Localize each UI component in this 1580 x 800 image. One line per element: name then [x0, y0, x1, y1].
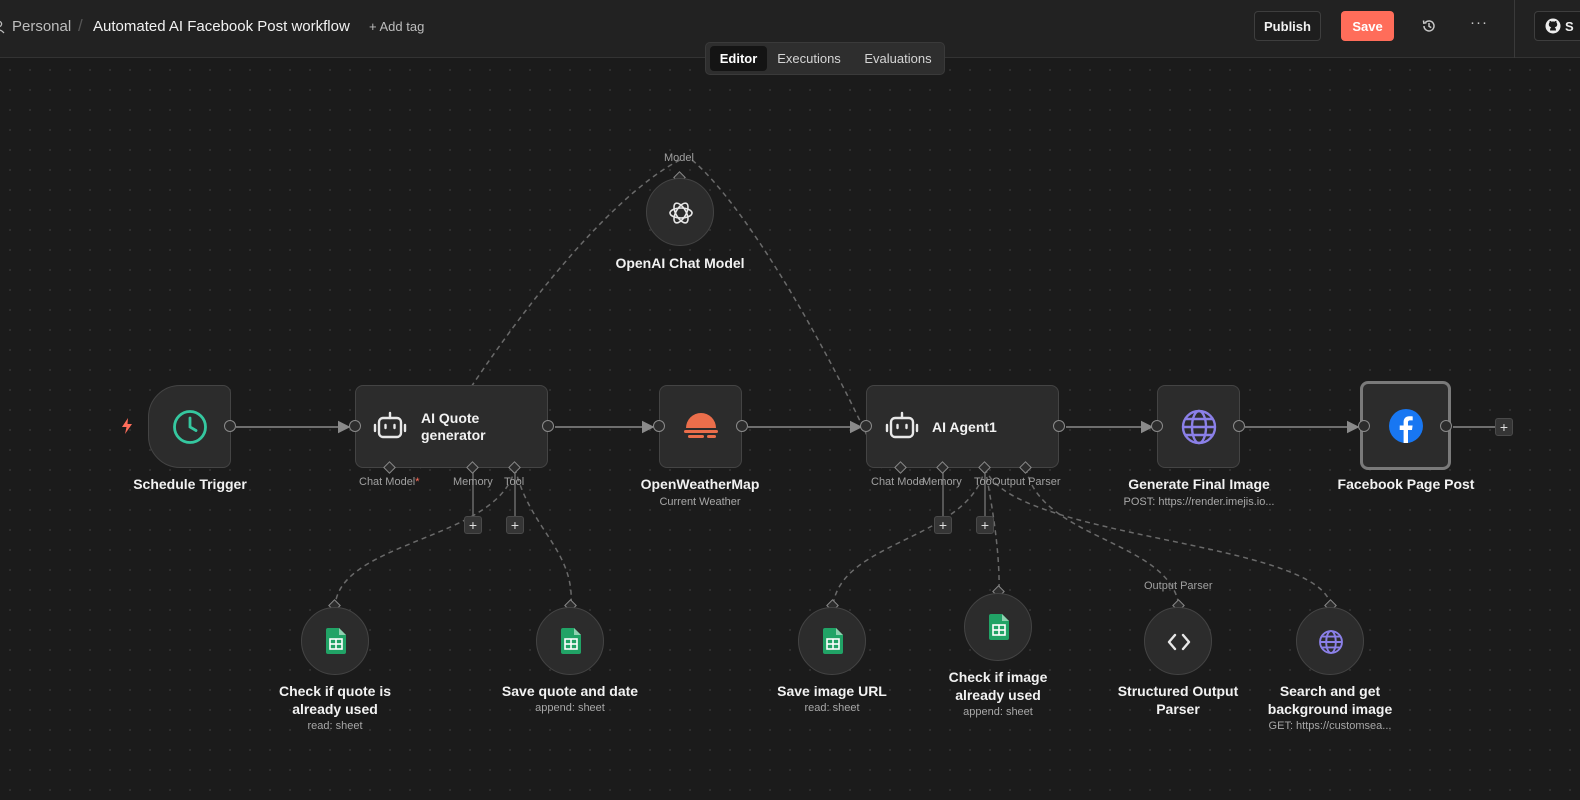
- node-title: Search and get background image: [1267, 683, 1393, 717]
- port-label-tool: Too: [974, 476, 992, 488]
- openweathermap-node[interactable]: [659, 385, 742, 468]
- google-sheets-icon: [561, 628, 581, 654]
- output-handle[interactable]: [736, 420, 748, 432]
- node-title: Check if quote is already used: [278, 683, 392, 717]
- output-handle[interactable]: [1233, 420, 1245, 432]
- port-label-chat-model: Chat Mode: [871, 476, 925, 488]
- node-title: Generate Final Image: [1128, 476, 1270, 492]
- output-handle[interactable]: [224, 420, 236, 432]
- ai-quote-generator-node[interactable]: AI Quote generator: [355, 385, 548, 468]
- schedule-trigger-node[interactable]: [148, 385, 231, 468]
- tool-connection: [334, 467, 516, 607]
- globe-icon: [1181, 409, 1217, 445]
- port-label-memory: Memory: [922, 476, 962, 488]
- connections-layer: [236, 159, 1496, 607]
- node-title: OpenAI Chat Model: [615, 255, 745, 271]
- add-tool-button[interactable]: +: [976, 516, 994, 534]
- input-handle[interactable]: [1358, 420, 1370, 432]
- output-handle[interactable]: [1053, 420, 1065, 432]
- check-image-node[interactable]: [964, 593, 1032, 661]
- structured-output-parser-node[interactable]: [1144, 607, 1212, 675]
- node-subtitle: Current Weather: [659, 496, 741, 508]
- code-brackets-icon: [1167, 633, 1191, 651]
- port-label-memory: Memory: [453, 476, 493, 488]
- node-title: Schedule Trigger: [133, 476, 247, 492]
- add-memory-button[interactable]: +: [934, 516, 952, 534]
- input-handle[interactable]: [1151, 420, 1163, 432]
- openai-icon: [669, 202, 693, 224]
- node-subtitle: read: sheet: [804, 702, 860, 714]
- node-subtitle: append: sheet: [535, 702, 605, 714]
- globe-icon: [1319, 630, 1343, 654]
- facebook-page-post-node[interactable]: [1360, 381, 1451, 470]
- tool-connection: [832, 467, 986, 607]
- robot-icon: [885, 411, 919, 439]
- add-tool-button[interactable]: +: [506, 516, 524, 534]
- node-subtitle: POST: https://render.imejis.io...: [1123, 496, 1275, 508]
- clock-icon: [173, 410, 207, 444]
- port-label-output-parser: Output Parser: [1144, 580, 1213, 592]
- add-node-button[interactable]: +: [1495, 418, 1513, 436]
- node-title: AI Agent1: [932, 419, 997, 435]
- node-title: Check if image already used: [948, 669, 1048, 703]
- port-label-model: Model: [664, 152, 694, 164]
- node-title: Save quote and date: [501, 683, 639, 699]
- port-label-chat-model: Chat Model*: [359, 476, 420, 488]
- google-sheets-icon: [989, 614, 1009, 640]
- google-sheets-icon: [326, 628, 346, 654]
- add-memory-button[interactable]: +: [464, 516, 482, 534]
- save-quote-node[interactable]: [536, 607, 604, 675]
- facebook-icon: [1389, 409, 1423, 443]
- generate-final-image-node[interactable]: [1157, 385, 1240, 468]
- google-sheets-icon: [823, 628, 843, 654]
- node-title: Facebook Page Post: [1337, 476, 1475, 492]
- weather-sun-icon: [684, 413, 718, 438]
- input-handle[interactable]: [349, 420, 361, 432]
- node-title: Structured Output Parser: [1117, 683, 1239, 717]
- check-quote-node[interactable]: [301, 607, 369, 675]
- input-handle[interactable]: [653, 420, 665, 432]
- search-background-image-node[interactable]: [1296, 607, 1364, 675]
- node-title: AI Quote generator: [421, 410, 486, 443]
- node-title: Save image URL: [777, 683, 887, 699]
- output-handle[interactable]: [542, 420, 554, 432]
- openai-chat-model-node[interactable]: [646, 178, 714, 246]
- node-title: OpenWeatherMap: [640, 476, 760, 492]
- input-handle[interactable]: [860, 420, 872, 432]
- node-subtitle: GET: https://customsea...: [1268, 720, 1392, 732]
- ai-agent1-node[interactable]: AI Agent1: [866, 385, 1059, 468]
- save-image-url-node[interactable]: [798, 607, 866, 675]
- trigger-bolt-icon: [122, 418, 132, 434]
- robot-icon: [373, 411, 407, 439]
- tool-connection: [514, 467, 572, 607]
- port-label-tool: Tool: [504, 476, 525, 488]
- port-label-output-parser: Output Parser: [992, 476, 1061, 488]
- node-subtitle: read: sheet: [307, 720, 363, 732]
- output-handle[interactable]: [1440, 420, 1452, 432]
- node-subtitle: append: sheet: [963, 706, 1033, 718]
